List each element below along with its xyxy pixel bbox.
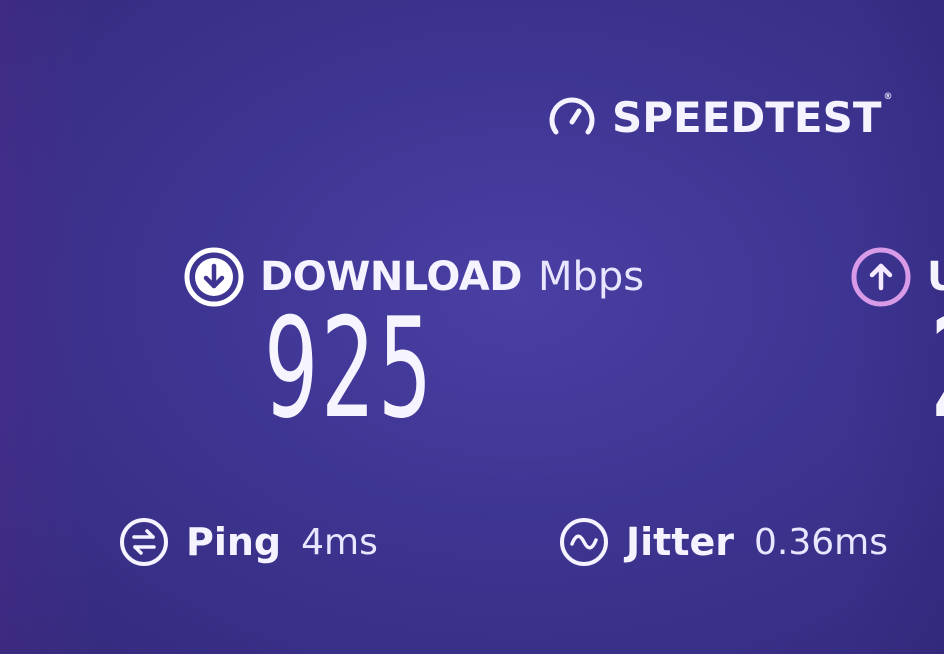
- jitter-stat: Jitter 0.36ms: [558, 516, 888, 568]
- upload-arrow-icon: [851, 247, 911, 307]
- jitter-label: Jitter: [626, 520, 735, 564]
- ping-label: Ping: [186, 520, 282, 564]
- ping-arrows-icon: [120, 518, 168, 566]
- jitter-wave-icon: [560, 518, 608, 566]
- ping-stat: Ping 4ms: [118, 516, 378, 568]
- brand-name: SPEEDTEST ®: [612, 92, 893, 142]
- download-unit: Mbps: [537, 254, 645, 300]
- speedtest-logo: SPEEDTEST ®: [546, 92, 893, 144]
- download-arrow-icon: [184, 247, 244, 307]
- trademark-symbol: ®: [883, 92, 893, 102]
- speedometer-icon: [549, 97, 595, 135]
- jitter-value: 0.36ms: [754, 521, 888, 563]
- download-speed-value: 925: [264, 288, 435, 449]
- upload-speed-value: 2: [930, 300, 944, 438]
- ping-value: 4ms: [301, 521, 378, 563]
